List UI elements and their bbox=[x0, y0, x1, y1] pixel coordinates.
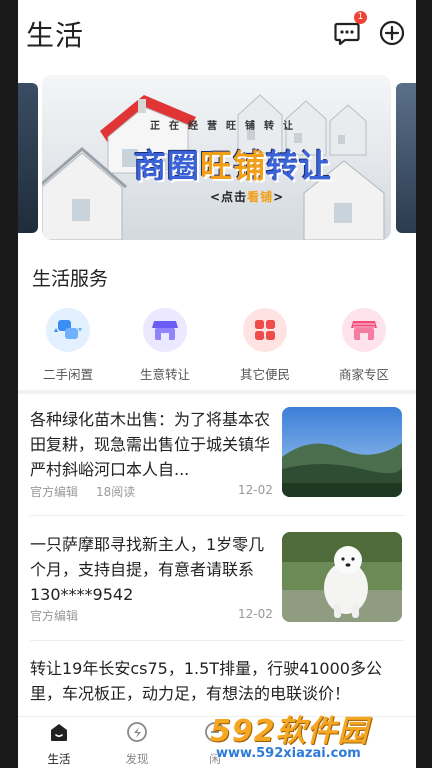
tab-life[interactable]: 生活 bbox=[24, 721, 94, 767]
watermark: 592软件园 www.592xiazai.com bbox=[208, 706, 432, 768]
banner-headline: 商圈旺铺转让 bbox=[134, 141, 332, 187]
banner-subtitle: 正在经营旺铺转让 bbox=[150, 121, 302, 132]
banner-cta-part-b: 看铺 bbox=[247, 190, 274, 204]
services-title: 生活服务 bbox=[32, 268, 109, 290]
watermark-brand: 592软件园 bbox=[210, 714, 369, 749]
service-other[interactable]: 其它便民 bbox=[225, 308, 305, 388]
banner-headline-part-b: 旺铺 bbox=[200, 147, 267, 185]
exchange-icon bbox=[46, 308, 90, 352]
service-label: 生意转让 bbox=[139, 367, 190, 382]
message-badge: 1 bbox=[354, 11, 367, 24]
banner-prev-slide[interactable] bbox=[18, 83, 38, 233]
left-screen-edge bbox=[0, 0, 18, 768]
news-item[interactable]: 一只萨摩耶寻找新主人，1岁零几个月，支持自提，有意者请联系130****9542… bbox=[30, 532, 404, 624]
app-screen: 生活 1 正在经营旺铺转让 商圈旺铺转让 <点击看铺> 生活服务 二手闲置 生意… bbox=[18, 0, 416, 768]
banner[interactable]: 正在经营旺铺转让 商圈旺铺转让 <点击看铺> bbox=[42, 75, 391, 240]
news-item[interactable]: 各种绿化苗木出售：为了将基本农田复耕，现急需出售位于城关镇华严村斜峪河口本人自.… bbox=[30, 407, 404, 503]
message-icon[interactable] bbox=[334, 20, 360, 46]
service-label: 其它便民 bbox=[239, 367, 290, 382]
news-separator bbox=[30, 515, 404, 516]
news-meta: 官方编辑 18阅读 bbox=[30, 483, 135, 500]
store-icon bbox=[143, 308, 187, 352]
page-title: 生活 bbox=[26, 19, 85, 52]
service-business-transfer[interactable]: 生意转让 bbox=[125, 308, 205, 388]
news-date: 12-02 bbox=[238, 483, 273, 497]
header: 生活 1 bbox=[18, 0, 416, 68]
tab-label: 发现 bbox=[125, 752, 149, 766]
news-source: 官方编辑 bbox=[30, 609, 79, 623]
service-label: 商家专区 bbox=[338, 367, 389, 382]
landscape-photo bbox=[282, 407, 402, 497]
banner-cta-part-a: <点击 bbox=[210, 190, 248, 204]
home-icon bbox=[51, 724, 67, 741]
right-screen-edge bbox=[416, 0, 432, 768]
shop-icon bbox=[342, 308, 386, 352]
banner-next-slide[interactable] bbox=[396, 83, 416, 233]
news-thumbnail[interactable] bbox=[282, 407, 402, 497]
news-meta: 官方编辑 bbox=[30, 607, 78, 624]
banner-headline-part-c: 转让 bbox=[266, 147, 333, 185]
service-merchant-zone[interactable]: 商家专区 bbox=[324, 308, 404, 388]
service-label: 二手闲置 bbox=[42, 367, 93, 382]
banner-headline-part-a: 商圈 bbox=[134, 147, 201, 185]
banner-cta-part-c: > bbox=[273, 190, 285, 204]
section-divider bbox=[18, 390, 416, 394]
compass-icon bbox=[127, 722, 147, 742]
add-icon[interactable] bbox=[379, 20, 405, 46]
banner-cta[interactable]: <点击看铺> bbox=[210, 188, 284, 205]
news-thumbnail[interactable] bbox=[282, 532, 402, 622]
news-source: 官方编辑 bbox=[30, 485, 79, 499]
grid-icon bbox=[243, 308, 287, 352]
tab-discover[interactable]: 发现 bbox=[102, 721, 172, 767]
tab-label: 生活 bbox=[47, 752, 71, 766]
watermark-url: www.592xiazai.com bbox=[216, 746, 361, 761]
news-reads: 18阅读 bbox=[96, 485, 136, 499]
news-date: 12-02 bbox=[238, 607, 273, 621]
news-text: 各种绿化苗木出售：为了将基本农田复耕，现急需出售位于城关镇华严村斜峪河口本人自.… bbox=[30, 410, 271, 479]
samoyed-photo bbox=[282, 532, 402, 622]
news-separator bbox=[30, 640, 404, 641]
service-second-hand[interactable]: 二手闲置 bbox=[28, 308, 108, 388]
news-text: 一只萨摩耶寻找新主人，1岁零几个月，支持自提，有意者请联系130****9542 bbox=[30, 535, 265, 604]
